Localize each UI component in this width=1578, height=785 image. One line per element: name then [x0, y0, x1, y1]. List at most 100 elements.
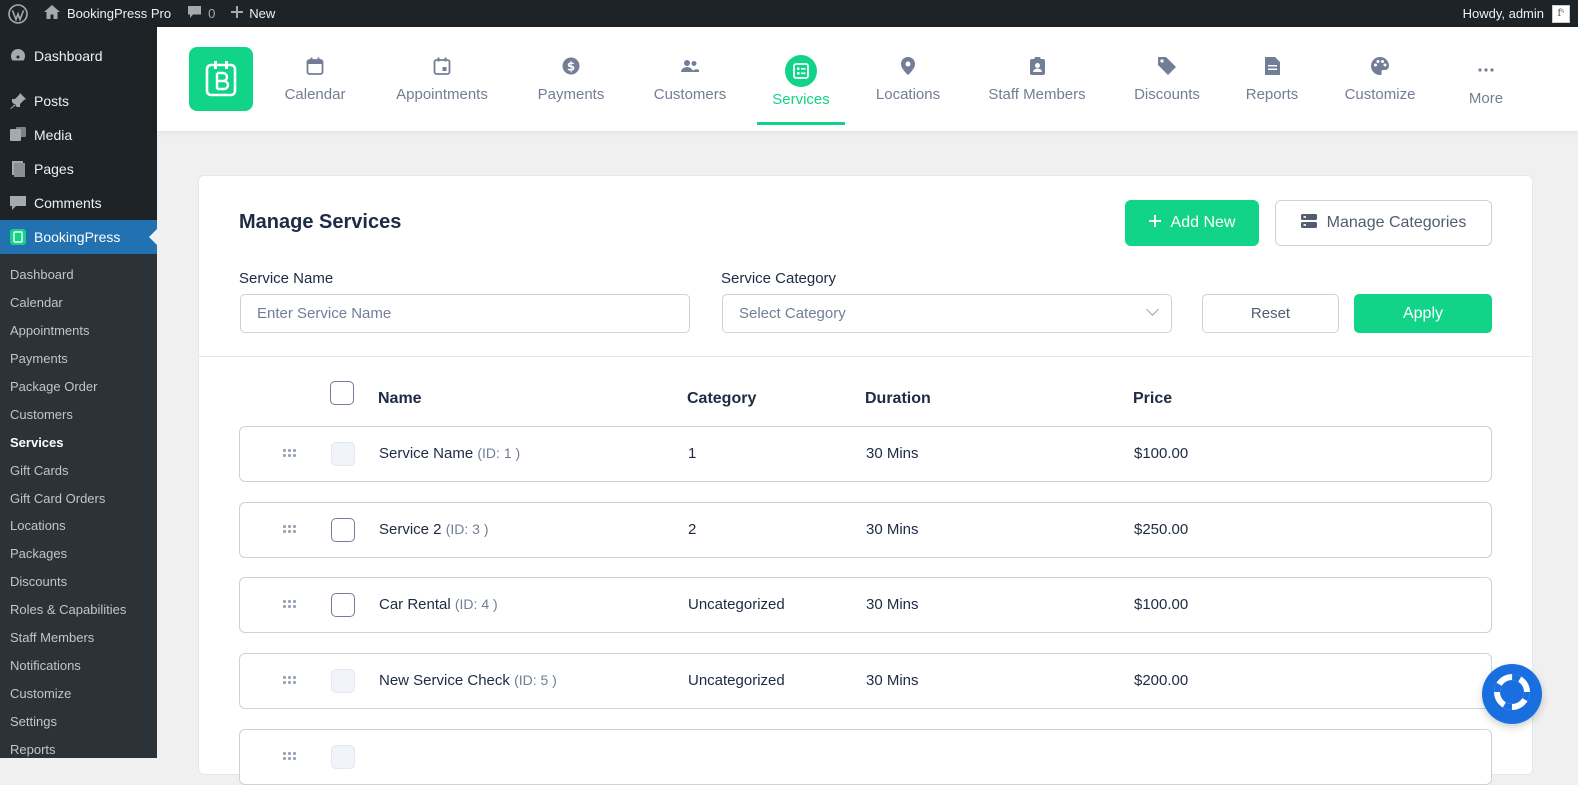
add-new-button[interactable]: Add New — [1125, 200, 1259, 246]
price-cell: $250.00 — [1134, 521, 1189, 538]
add-new-label: Add New — [1170, 214, 1236, 231]
comment-bubble-icon — [187, 5, 202, 22]
tab-staff-members[interactable]: Staff Members — [985, 27, 1089, 131]
row-checkbox[interactable] — [331, 442, 355, 466]
menu-pages[interactable]: Pages — [0, 152, 157, 186]
service-name-cell: Car Rental (ID: 4 ) — [379, 596, 498, 613]
price-cell: $100.00 — [1134, 596, 1189, 613]
new-label: New — [249, 6, 276, 21]
site-name-text: BookingPress Pro — [67, 6, 172, 21]
home-icon — [44, 5, 60, 22]
tab-label: Customers — [653, 85, 727, 103]
submenu-discounts[interactable]: Discounts — [0, 568, 157, 596]
drag-handle-icon[interactable] — [283, 449, 296, 457]
tab-label: Locations — [875, 85, 941, 103]
drag-handle-icon[interactable] — [283, 525, 296, 533]
service-id: (ID: 4 ) — [454, 596, 498, 612]
wp-admin-bar: BookingPress Pro 0 New Howdy, admin fˢ — [0, 0, 1578, 27]
submenu-reports[interactable]: Reports — [0, 735, 157, 758]
submenu-payments[interactable]: Payments — [0, 345, 157, 373]
submenu-roles-capabilities[interactable]: Roles & Capabilities — [0, 596, 157, 624]
menu-label: Dashboard — [34, 48, 103, 64]
menu-bookingpress[interactable]: BookingPress — [0, 220, 157, 254]
column-header-category: Category — [687, 390, 757, 407]
table-row[interactable]: Car Rental (ID: 4 ) Uncategorized 30 Min… — [239, 577, 1492, 633]
dashboard-icon — [8, 46, 28, 66]
submenu-services[interactable]: Services — [0, 428, 157, 456]
submenu-staff-members[interactable]: Staff Members — [0, 624, 157, 652]
duration-cell: 30 Mins — [866, 521, 919, 538]
tab-calendar[interactable]: Calendar — [282, 27, 348, 131]
drag-handle-icon[interactable] — [283, 600, 296, 608]
wordpress-logo-icon[interactable] — [0, 0, 36, 27]
row-checkbox[interactable] — [331, 745, 355, 769]
category-cell: 2 — [688, 521, 697, 538]
howdy-text[interactable]: Howdy, admin — [1463, 6, 1544, 21]
column-header-price: Price — [1133, 390, 1173, 407]
help-button[interactable] — [1482, 664, 1542, 724]
menu-media[interactable]: Media — [0, 118, 157, 152]
menu-posts[interactable]: Posts — [0, 84, 157, 118]
select-all-checkbox[interactable] — [330, 381, 354, 405]
bookingpress-top-nav: Calendar Appointments $ Payments Custome… — [157, 27, 1578, 131]
apply-button[interactable]: Apply — [1354, 294, 1492, 333]
submenu-packages[interactable]: Packages — [0, 540, 157, 568]
calendar-icon — [305, 56, 325, 76]
avatar[interactable]: fˢ — [1552, 4, 1570, 23]
plus-icon — [231, 6, 244, 21]
new-content-link[interactable]: New — [223, 0, 283, 27]
submenu-dashboard[interactable]: Dashboard — [0, 261, 157, 289]
menu-comments[interactable]: Comments — [0, 186, 157, 220]
submenu-gift-card-orders[interactable]: Gift Card Orders — [0, 484, 157, 512]
category-cell: Uncategorized — [688, 596, 785, 613]
tab-payments[interactable]: $ Payments — [535, 27, 607, 131]
tab-reports[interactable]: Reports — [1243, 27, 1301, 131]
service-name: New Service Check — [379, 672, 510, 689]
service-name-input[interactable]: Enter Service Name — [240, 294, 690, 333]
submenu-package-order[interactable]: Package Order — [0, 373, 157, 401]
submenu-calendar[interactable]: Calendar — [0, 289, 157, 317]
tag-icon — [1157, 56, 1177, 76]
tab-appointments[interactable]: Appointments — [392, 27, 492, 131]
table-row[interactable] — [239, 729, 1492, 785]
tab-label: Staff Members — [988, 85, 1086, 103]
appointments-icon — [432, 56, 452, 76]
site-name-link[interactable]: BookingPress Pro — [36, 0, 179, 27]
submenu-customize[interactable]: Customize — [0, 679, 157, 707]
category-cell: Uncategorized — [688, 672, 785, 689]
service-id: (ID: 5 ) — [514, 672, 557, 688]
drag-handle-icon[interactable] — [283, 752, 296, 760]
tab-services[interactable]: Services — [757, 27, 845, 131]
tab-customers[interactable]: Customers — [650, 27, 730, 131]
services-icon — [785, 54, 817, 87]
menu-dashboard[interactable]: Dashboard — [0, 39, 157, 73]
tab-locations[interactable]: Locations — [873, 27, 943, 131]
submenu-locations[interactable]: Locations — [0, 512, 157, 540]
submenu-gift-cards[interactable]: Gift Cards — [0, 456, 157, 484]
service-category-select[interactable]: Select Category — [722, 294, 1172, 333]
tab-discounts[interactable]: Discounts — [1131, 27, 1203, 131]
wp-admin-sidebar: Dashboard Posts Media Pages Comments Boo… — [0, 27, 157, 758]
menu-label: Posts — [34, 93, 70, 109]
table-row[interactable]: New Service Check (ID: 5 ) Uncategorized… — [239, 653, 1492, 709]
drag-handle-icon[interactable] — [283, 676, 296, 684]
submenu-appointments[interactable]: Appointments — [0, 317, 157, 345]
duration-cell: 30 Mins — [866, 672, 919, 689]
table-row[interactable]: Service Name (ID: 1 ) 1 30 Mins $100.00 — [239, 426, 1492, 482]
reset-button[interactable]: Reset — [1202, 294, 1339, 333]
menu-label: Pages — [34, 161, 74, 177]
row-checkbox[interactable] — [331, 669, 355, 693]
submenu-customers[interactable]: Customers — [0, 400, 157, 428]
bookingpress-logo-icon[interactable] — [189, 47, 253, 111]
comments-link[interactable]: 0 — [179, 0, 223, 27]
tab-label: Discounts — [1134, 85, 1200, 103]
submenu-settings[interactable]: Settings — [0, 707, 157, 735]
table-row[interactable]: Service 2 (ID: 3 ) 2 30 Mins $250.00 — [239, 502, 1492, 558]
tab-more[interactable]: More — [1463, 27, 1509, 131]
service-id: (ID: 1 ) — [477, 445, 521, 461]
row-checkbox[interactable] — [331, 593, 355, 617]
tab-customize[interactable]: Customize — [1342, 27, 1418, 131]
submenu-notifications[interactable]: Notifications — [0, 651, 157, 679]
row-checkbox[interactable] — [331, 518, 355, 542]
manage-categories-button[interactable]: Manage Categories — [1275, 200, 1492, 246]
